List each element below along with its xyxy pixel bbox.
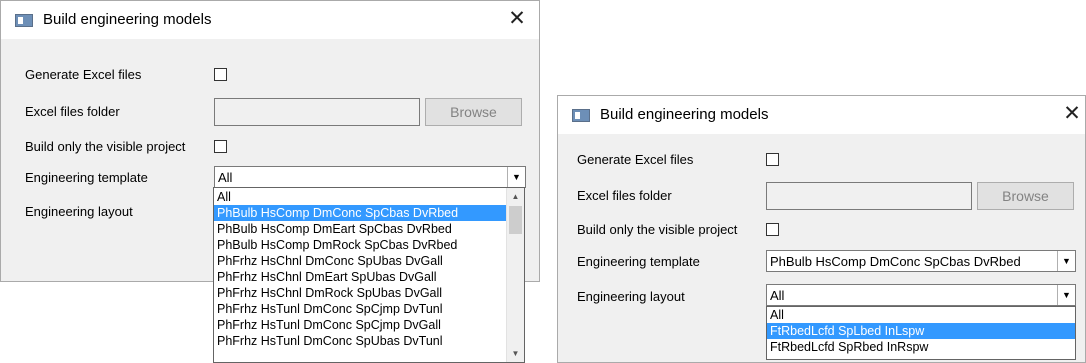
dropdown-scrollbar[interactable]: ▲ ▼ [506, 188, 524, 362]
window-app-icon [15, 14, 33, 27]
generate-excel-checkbox[interactable] [214, 68, 227, 81]
dialog-title: Build engineering models [600, 106, 769, 123]
list-item[interactable]: PhFrhz HsChnl DmConc SpUbas DvGall [214, 253, 507, 269]
engineering-layout-label: Engineering layout [577, 289, 685, 304]
close-icon[interactable]: ✕ [503, 6, 531, 34]
engineering-template-label: Engineering template [577, 254, 700, 269]
window-app-icon [572, 109, 590, 122]
generate-excel-checkbox[interactable] [766, 153, 779, 166]
chevron-down-icon[interactable]: ▼ [1057, 285, 1075, 305]
list-item[interactable]: PhFrhz HsTunl DmConc SpCjmp DvGall [214, 317, 507, 333]
engineering-template-dropdown-list[interactable]: All PhBulb HsComp DmConc SpCbas DvRbed P… [213, 187, 525, 363]
list-item-selected[interactable]: FtRbedLcfd SpLbed InLspw [767, 323, 1075, 339]
generate-excel-label: Generate Excel files [577, 152, 694, 167]
list-item[interactable]: PhFrhz HsTunl DmConc SpUbas DvTunl [214, 333, 507, 349]
excel-folder-label: Excel files folder [25, 104, 120, 119]
browse-button[interactable]: Browse [977, 182, 1074, 210]
title-bar[interactable]: Build engineering models ✕ [1, 1, 539, 39]
visible-project-checkbox[interactable] [214, 140, 227, 153]
dialog-title: Build engineering models [43, 11, 212, 28]
list-item[interactable]: PhFrhz HsChnl DmRock SpUbas DvGall [214, 285, 507, 301]
dialog-build-engineering-models-2: Build engineering models ✕ Generate Exce… [557, 95, 1086, 363]
list-item[interactable]: All [767, 307, 1075, 323]
engineering-template-combobox[interactable]: PhBulb HsComp DmConc SpCbas DvRbed ▼ [766, 250, 1076, 272]
list-item-selected[interactable]: PhBulb HsComp DmConc SpCbas DvRbed [214, 205, 507, 221]
engineering-template-label: Engineering template [25, 170, 148, 185]
chevron-down-icon[interactable]: ▼ [507, 167, 525, 187]
excel-folder-input[interactable] [766, 182, 972, 210]
scroll-down-icon[interactable]: ▼ [507, 345, 524, 362]
close-icon[interactable]: ✕ [1058, 101, 1086, 129]
scrollbar-thumb[interactable] [509, 206, 522, 234]
engineering-layout-value: All [770, 288, 785, 303]
engineering-layout-label: Engineering layout [25, 204, 133, 219]
list-item[interactable]: All [214, 189, 507, 205]
excel-folder-input[interactable] [214, 98, 420, 126]
engineering-layout-combobox[interactable]: All ▼ [766, 284, 1076, 306]
excel-folder-label: Excel files folder [577, 188, 672, 203]
list-item[interactable]: PhFrhz HsTunl DmConc SpCjmp DvTunl [214, 301, 507, 317]
generate-excel-label: Generate Excel files [25, 67, 142, 82]
list-item[interactable]: PhBulb HsComp DmEart SpCbas DvRbed [214, 221, 507, 237]
scroll-up-icon[interactable]: ▲ [507, 188, 524, 205]
list-item[interactable]: PhFrhz HsChnl DmEart SpUbas DvGall [214, 269, 507, 285]
engineering-template-value: All [218, 170, 233, 185]
visible-project-label: Build only the visible project [577, 222, 738, 237]
list-item[interactable]: FtRbedLcfd SpRbed InRspw [767, 339, 1075, 355]
chevron-down-icon[interactable]: ▼ [1057, 251, 1075, 271]
visible-project-label: Build only the visible project [25, 139, 186, 154]
browse-button[interactable]: Browse [425, 98, 522, 126]
visible-project-checkbox[interactable] [766, 223, 779, 236]
engineering-template-combobox[interactable]: All ▼ [214, 166, 526, 188]
dropdown-items: All PhBulb HsComp DmConc SpCbas DvRbed P… [214, 189, 507, 349]
engineering-template-value: PhBulb HsComp DmConc SpCbas DvRbed [770, 254, 1021, 269]
title-bar[interactable]: Build engineering models ✕ [558, 96, 1085, 134]
list-item[interactable]: PhBulb HsComp DmRock SpCbas DvRbed [214, 237, 507, 253]
engineering-layout-dropdown-list[interactable]: All FtRbedLcfd SpLbed InLspw FtRbedLcfd … [766, 306, 1076, 360]
